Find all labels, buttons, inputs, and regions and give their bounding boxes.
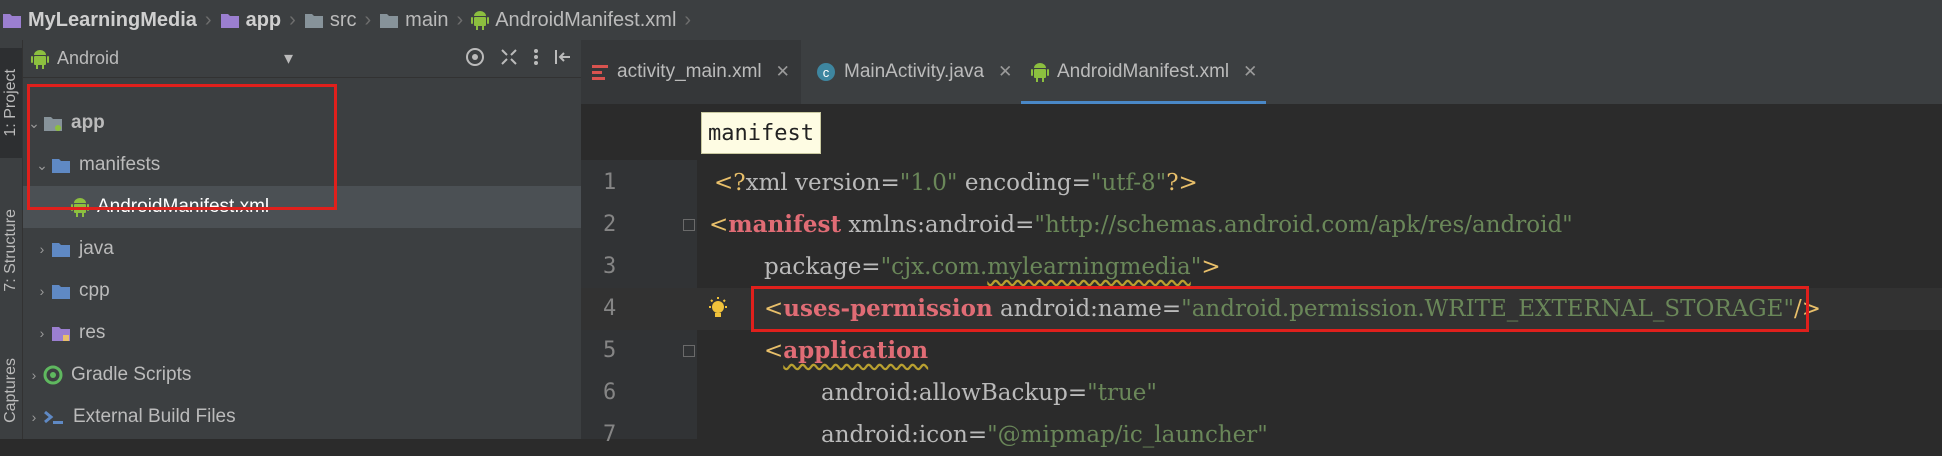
android-icon xyxy=(31,49,49,69)
tree-item-androidmanifest[interactable]: AndroidManifest.xml xyxy=(23,186,629,228)
structure-tool-tab[interactable]: 7: Structure xyxy=(0,180,22,320)
chevron-right-icon: › xyxy=(31,409,37,425)
code-line-3[interactable]: 3 package="cjx.com.mylearningmedia"> xyxy=(581,246,1942,288)
svg-text:c: c xyxy=(823,65,830,80)
folder-icon xyxy=(220,11,240,29)
folder-icon xyxy=(51,282,71,300)
view-selector[interactable]: Android ▾ xyxy=(31,48,301,69)
tool-window-stripe: 1: Project 7: Structure Captures xyxy=(0,40,23,439)
tree-item-res[interactable]: › res xyxy=(23,312,591,354)
folder-icon xyxy=(379,11,399,29)
tab-mainactivity[interactable]: c MainActivity.java ✕ xyxy=(806,40,1018,104)
android-icon xyxy=(471,10,490,30)
class-icon: c xyxy=(816,62,836,82)
code-text: android:allowBackup="true" xyxy=(821,380,1157,406)
panel-toolbar xyxy=(465,40,573,78)
dropdown-caret-icon: ▾ xyxy=(283,48,293,68)
breadcrumb-item-manifest[interactable]: AndroidManifest.xml › xyxy=(471,0,699,40)
android-icon xyxy=(1031,62,1049,82)
tree-item-external-build-files[interactable]: › External Build Files xyxy=(23,396,583,438)
chevron-right-icon: › xyxy=(456,8,464,31)
fold-marker-icon[interactable] xyxy=(683,345,695,357)
folder-icon xyxy=(304,11,324,29)
tab-androidmanifest[interactable]: AndroidManifest.xml ✕ xyxy=(1021,40,1266,104)
android-icon xyxy=(71,197,89,217)
tree-item-app[interactable]: ⌄ app xyxy=(23,102,583,144)
code-text: <application xyxy=(764,337,929,364)
gradle-icon xyxy=(43,365,63,385)
cmake-icon xyxy=(43,408,65,426)
layout-icon xyxy=(591,63,609,81)
tab-activity-main[interactable]: activity_main.xml ✕ xyxy=(581,40,801,104)
editor-area: activity_main.xml ✕ c MainActivity.java … xyxy=(581,40,1942,448)
breadcrumb-tooltip: manifest xyxy=(701,112,821,154)
fold-marker-icon[interactable] xyxy=(683,219,695,231)
code-line-6[interactable]: 6 android:allowBackup="true" xyxy=(581,372,1942,414)
collapse-all-icon[interactable] xyxy=(499,47,519,72)
code-text: package="cjx.com.mylearningmedia"> xyxy=(764,254,1221,280)
code-line-5[interactable]: 5 <application xyxy=(581,330,1942,372)
active-tab-indicator xyxy=(1021,101,1266,104)
close-icon[interactable]: ✕ xyxy=(1243,62,1257,82)
code-text: <?xml version="1.0" encoding="utf-8"?> xyxy=(714,170,1198,196)
tree-item-gradle-scripts[interactable]: › Gradle Scripts xyxy=(23,354,583,396)
locate-icon[interactable] xyxy=(465,47,485,72)
chevron-right-icon: › xyxy=(289,8,296,31)
module-icon xyxy=(2,11,22,29)
breadcrumb-item-main[interactable]: main › xyxy=(379,0,471,40)
tree-item-manifests[interactable]: ⌄ manifests xyxy=(23,144,591,186)
chevron-right-icon: › xyxy=(39,241,45,257)
hide-panel-icon[interactable] xyxy=(553,47,573,72)
code-text: <manifest xmlns:android="http://schemas.… xyxy=(709,211,1573,238)
chevron-down-icon: ⌄ xyxy=(36,156,48,173)
code-text: android:icon="@mipmap/ic_launcher" xyxy=(821,422,1268,448)
chevron-down-icon: ⌄ xyxy=(28,114,40,131)
project-panel: Android ▾ ⌄ app ⌄ manifests AndroidManif… xyxy=(23,40,629,439)
captures-tool-tab[interactable]: Captures xyxy=(0,340,22,440)
code-line-2[interactable]: 2 <manifest xmlns:android="http://schema… xyxy=(581,204,1942,246)
chevron-right-icon: › xyxy=(364,8,372,31)
chevron-right-icon: › xyxy=(31,367,37,383)
close-icon[interactable]: ✕ xyxy=(998,62,1012,82)
more-options-icon[interactable] xyxy=(533,47,539,72)
chevron-right-icon: › xyxy=(684,8,692,31)
close-icon[interactable]: ✕ xyxy=(776,62,790,82)
res-folder-icon xyxy=(51,324,71,342)
editor-tab-bar: activity_main.xml ✕ c MainActivity.java … xyxy=(581,40,1942,104)
code-line-1[interactable]: 1 <?xml version="1.0" encoding="utf-8"?> xyxy=(581,162,1942,204)
breadcrumb: MyLearningMedia › app › src › main › And… xyxy=(0,0,1942,40)
breadcrumb-item-src[interactable]: src › xyxy=(304,0,379,40)
chevron-right-icon: › xyxy=(39,283,45,299)
code-text: <uses-permission android:name="android.p… xyxy=(764,295,1822,322)
tree-item-java[interactable]: › java xyxy=(23,228,591,270)
lightbulb-icon[interactable] xyxy=(707,297,729,326)
folder-icon xyxy=(51,156,71,174)
tree-item-cpp[interactable]: › cpp xyxy=(23,270,591,312)
code-line-4[interactable]: 4 <uses-permission android:name="android… xyxy=(581,288,1942,330)
breadcrumb-item-app[interactable]: app › xyxy=(220,0,304,40)
folder-icon xyxy=(51,240,71,258)
breadcrumb-item-project[interactable]: MyLearningMedia › xyxy=(2,0,220,40)
code-line-7[interactable]: 7 android:icon="@mipmap/ic_launcher" xyxy=(581,414,1942,456)
chevron-right-icon: › xyxy=(204,8,212,31)
chevron-right-icon: › xyxy=(39,325,45,341)
module-folder-icon xyxy=(43,114,63,132)
project-tool-tab[interactable]: 1: Project xyxy=(0,48,22,158)
